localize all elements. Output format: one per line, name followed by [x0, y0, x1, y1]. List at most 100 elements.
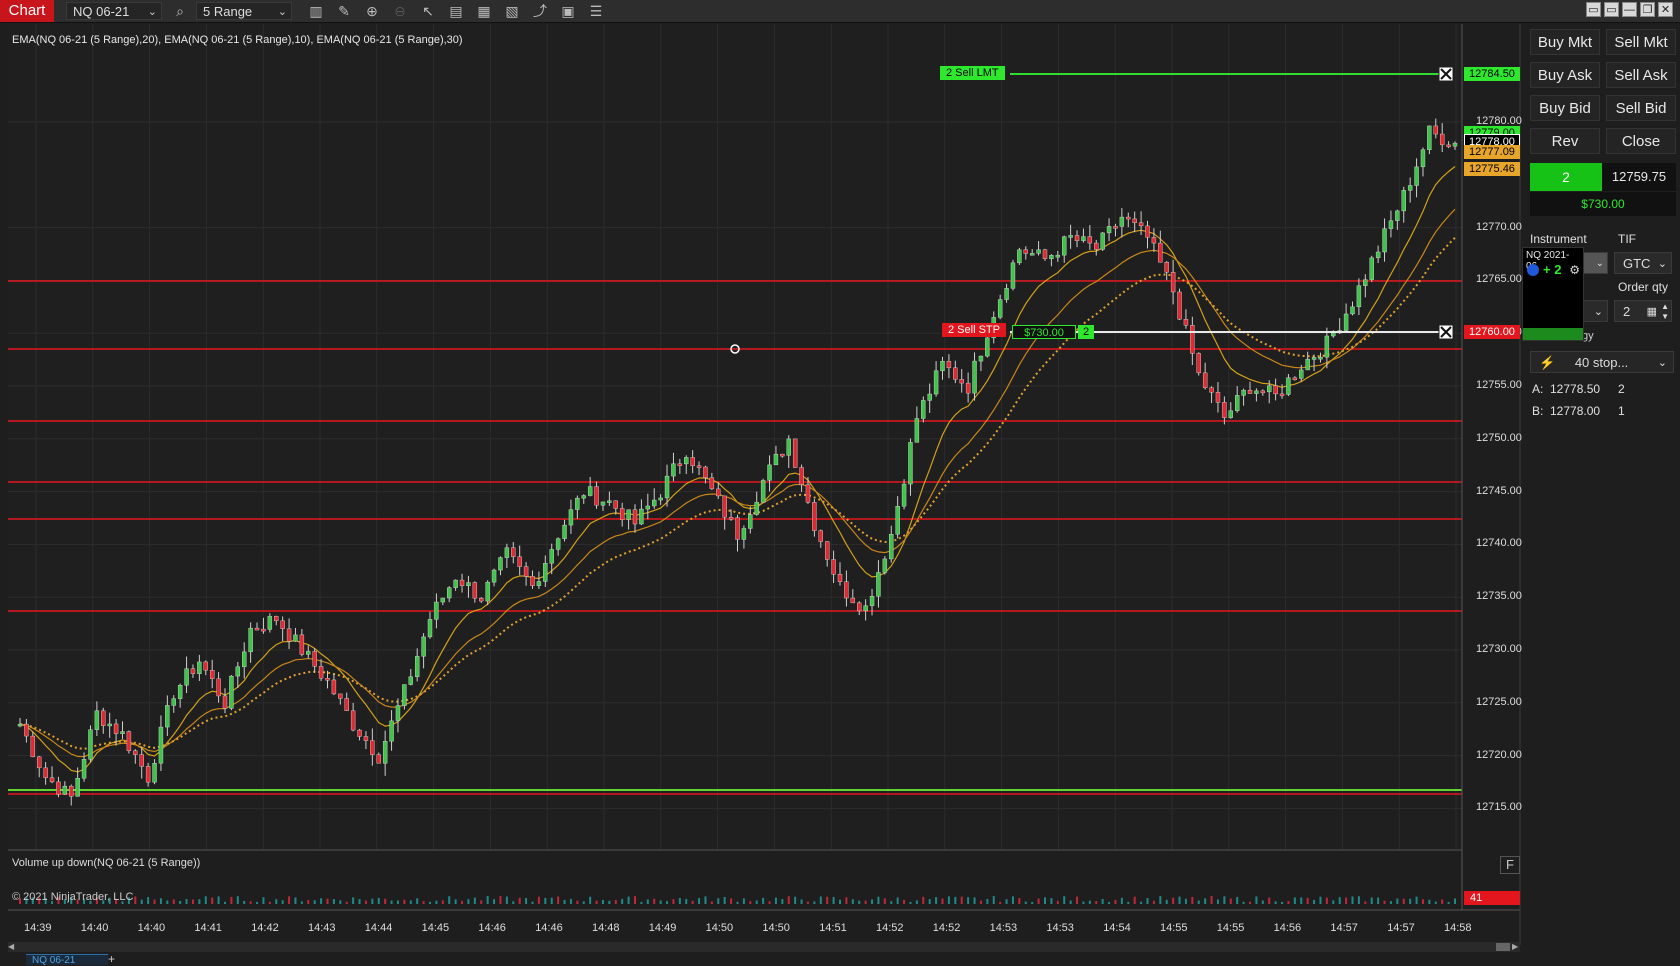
tif-dropdown[interactable]: GTC ⌄ [1614, 252, 1672, 274]
volume-bar [1370, 897, 1373, 904]
candle-body [1145, 225, 1150, 238]
candle-body [671, 463, 676, 477]
ask-size: 2 [1618, 382, 1625, 396]
volume-bar [717, 898, 720, 904]
candle-body [1369, 257, 1374, 280]
scroll-left-icon[interactable]: ◀ [8, 942, 16, 952]
candle-body [690, 457, 695, 466]
volume-bar [646, 899, 649, 904]
volume-bar [1332, 900, 1335, 904]
volume-bar [1268, 897, 1271, 904]
volume-bar [563, 899, 566, 904]
sell-stop-order-tag[interactable]: 2 Sell STP [942, 323, 1006, 337]
volume-bar [1140, 901, 1143, 904]
candle-body [799, 467, 804, 485]
volume-legend: Volume up down(NQ 06-21 (5 Range)) [12, 857, 201, 869]
candle-body [338, 693, 343, 699]
time-axis-label: 14:44 [364, 922, 393, 934]
position-qty-tag[interactable]: 2 [1078, 325, 1094, 339]
candle-body [113, 723, 119, 734]
candle-body [517, 556, 522, 567]
sell-bid-button[interactable]: Sell Bid [1606, 95, 1676, 121]
volume-bar [1197, 900, 1200, 904]
buy-bid-button[interactable]: Buy Bid [1530, 95, 1600, 121]
volume-bar [1063, 896, 1066, 904]
time-axis-label: 14:56 [1273, 922, 1302, 934]
candle-body [1260, 390, 1266, 394]
volume-bar [1146, 897, 1149, 904]
volume-bar [935, 897, 938, 904]
panel-f-button[interactable]: F [1500, 856, 1520, 874]
account-dropdown[interactable]: ⌄ [1582, 300, 1608, 322]
volume-bar [595, 900, 598, 904]
scroll-thumb[interactable] [1496, 943, 1510, 951]
price-axis-label: 12735.00 [1476, 590, 1522, 603]
candle-body [728, 517, 734, 520]
instrument-tab[interactable]: NQ 06-21 [26, 954, 108, 965]
time-axis-label: 14:39 [24, 922, 52, 934]
candle-body [1414, 166, 1419, 186]
candle-body [869, 596, 875, 606]
candle-body [274, 616, 279, 622]
candle-body [684, 457, 689, 465]
sell-limit-order-tag[interactable]: 2 Sell LMT [940, 66, 1005, 80]
volume-bar [800, 899, 803, 904]
volume-bar [1441, 899, 1444, 904]
instrument-dropdown[interactable]: ⌄ [1582, 252, 1608, 274]
scroll-right-icon[interactable]: ▶ [1512, 942, 1520, 952]
candle-body [498, 557, 503, 571]
candle-body [1094, 242, 1099, 250]
candle-body [466, 582, 471, 587]
order-qty-input[interactable]: 2 ▦ ▲ ▼ [1614, 300, 1672, 322]
volume-bar [204, 896, 207, 904]
sell-market-button[interactable]: Sell Mkt [1606, 29, 1676, 55]
volume-bar [1223, 896, 1226, 904]
reverse-button[interactable]: Rev [1530, 128, 1600, 154]
buy-ask-button[interactable]: Buy Ask [1530, 62, 1600, 88]
candle-body [1164, 262, 1169, 273]
volume-bar [986, 898, 989, 904]
volume-bar [550, 897, 553, 904]
volume-bar [256, 901, 259, 904]
volume-bar [730, 898, 733, 904]
candle-body [101, 710, 106, 726]
volume-bar [1287, 900, 1290, 904]
candle-body [543, 563, 548, 582]
atm-strategy-dropdown[interactable]: ⚡ 40 stop... ⌄ [1530, 351, 1674, 373]
volume-bar [954, 896, 957, 904]
sell-ask-button[interactable]: Sell Ask [1606, 62, 1676, 88]
candle-body [49, 777, 55, 783]
gear-icon[interactable]: ⚙ [1569, 263, 1580, 277]
calculator-icon[interactable]: ▦ [1647, 301, 1657, 323]
candle-body [876, 572, 881, 597]
instrument-label: Instrument [1530, 232, 1587, 246]
horizontal-scrollbar[interactable]: ◀ ▶ [8, 942, 1520, 952]
candle-body [382, 741, 388, 764]
candle-body [1113, 226, 1118, 229]
close-position-button[interactable]: Close [1606, 128, 1676, 154]
candle-body [1234, 395, 1240, 411]
price-axis-label: 12730.00 [1476, 643, 1522, 655]
candle-body [126, 731, 132, 752]
volume-bar [307, 900, 310, 904]
candle-body [760, 480, 766, 503]
buy-market-button[interactable]: Buy Mkt [1530, 29, 1600, 55]
candle-body [434, 601, 439, 620]
candle-body [639, 508, 644, 525]
volume-bar [358, 899, 361, 904]
volume-bar [832, 897, 835, 904]
candle-body [831, 559, 836, 575]
candle-body [1228, 410, 1233, 418]
chevron-down-icon: ⌄ [1595, 258, 1604, 269]
candle-body [139, 754, 144, 767]
candle-body [318, 666, 324, 679]
candle-body [1119, 216, 1125, 227]
candle-body [145, 766, 151, 783]
candle-body [267, 616, 273, 630]
price-chart[interactable] [0, 0, 1680, 964]
position-pnl-tag[interactable]: $730.00 [1012, 325, 1076, 339]
stepper-icon[interactable]: ▲ ▼ [1661, 302, 1669, 322]
time-axis-label: 14:45 [421, 922, 450, 934]
volume-bar [454, 899, 457, 904]
volume-bar [288, 896, 291, 904]
